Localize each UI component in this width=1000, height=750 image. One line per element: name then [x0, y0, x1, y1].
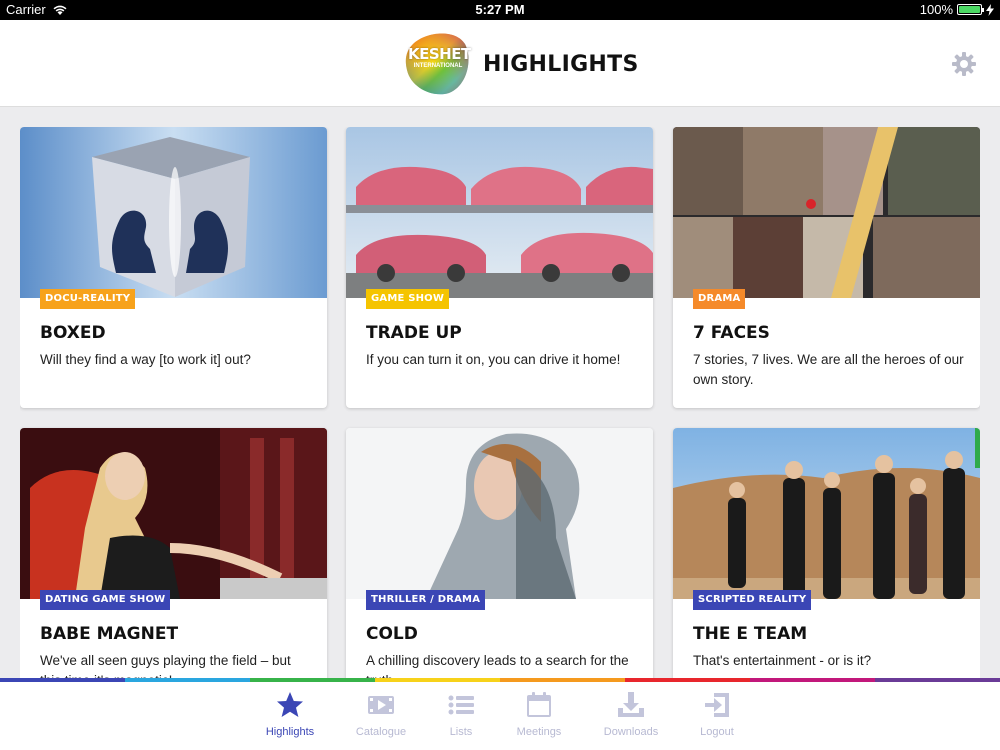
genre-badge: SCRIPTED REALITY [693, 590, 812, 610]
calendar-icon [527, 692, 551, 717]
tab-logout[interactable]: Logout [677, 690, 757, 738]
star-icon [277, 692, 303, 717]
tab-label: Logout [700, 726, 734, 738]
card-thumbnail [673, 428, 980, 599]
page-title: HIGHLIGHTS [483, 52, 639, 77]
card-thumbnail [20, 127, 327, 298]
tab-label: Downloads [603, 726, 659, 738]
highlight-card[interactable]: SCRIPTED REALITY THE E TEAM That's enter… [673, 428, 980, 680]
tab-meetings[interactable]: Meetings [499, 690, 579, 738]
gear-icon[interactable] [951, 51, 977, 77]
card-description: 7 stories, 7 lives. We are all the heroe… [693, 352, 964, 387]
card-description: A chilling discovery leads to a search f… [366, 653, 629, 680]
card-title: BABE MAGNET [40, 624, 179, 644]
card-description: We've all seen guys playing the field – … [40, 653, 291, 680]
tab-label: Highlights [265, 726, 315, 738]
genre-badge: DRAMA [693, 289, 746, 309]
card-description: If you can turn it on, you can drive it … [366, 352, 621, 367]
card-title: BOXED [40, 323, 106, 343]
logout-icon [705, 693, 729, 717]
card-title: TRADE UP [366, 323, 462, 343]
tab-label: Meetings [516, 726, 562, 738]
logo-wordmark: KESHET [408, 45, 471, 63]
card-thumbnail [20, 428, 327, 599]
battery-icon [957, 4, 984, 15]
tab-bar: Highlights Catalogue Lists Meetings Down… [0, 682, 1000, 750]
app-header: KESHET INTERNATIONAL HIGHLIGHTS [0, 20, 1000, 107]
card-thumbnail [346, 127, 653, 298]
download-icon [618, 692, 644, 717]
charging-icon [986, 3, 994, 16]
list-icon [448, 695, 474, 715]
tab-label: Catalogue [355, 726, 407, 738]
card-thumbnail [673, 127, 980, 298]
clock: 5:27 PM [475, 2, 525, 17]
status-bar: Carrier 5:27 PM 100% [0, 0, 1000, 20]
genre-badge: DOCU-REALITY [40, 289, 136, 309]
genre-badge: GAME SHOW [366, 289, 450, 309]
battery-percent: 100% [919, 2, 953, 17]
card-title: THE E TEAM [693, 624, 808, 644]
genre-badge: THRILLER / DRAMA [366, 590, 486, 610]
tab-catalogue[interactable]: Catalogue [341, 690, 421, 738]
genre-badge: DATING GAME SHOW [40, 590, 171, 610]
tab-label: Lists [449, 726, 473, 738]
card-thumbnail [346, 428, 653, 599]
highlights-grid: DOCU-REALITY BOXED Will they find a way … [20, 127, 980, 680]
highlight-card[interactable]: GAME SHOW TRADE UP If you can turn it on… [346, 127, 653, 408]
highlight-card[interactable]: DRAMA 7 FACES 7 stories, 7 lives. We are… [673, 127, 980, 408]
card-title: 7 FACES [693, 323, 770, 343]
tab-downloads[interactable]: Downloads [591, 690, 671, 738]
logo-subtext: INTERNATIONAL [413, 63, 463, 69]
highlight-card[interactable]: DATING GAME SHOW BABE MAGNET We've all s… [20, 428, 327, 680]
highlight-card[interactable]: DOCU-REALITY BOXED Will they find a way … [20, 127, 327, 408]
card-description: Will they find a way [to work it] out? [40, 352, 251, 367]
film-icon [368, 696, 394, 714]
tab-highlights[interactable]: Highlights [250, 690, 330, 738]
card-description: That's entertainment - or is it? [693, 653, 872, 668]
card-title: COLD [366, 624, 418, 644]
highlight-card[interactable]: THRILLER / DRAMA COLD A chilling discove… [346, 428, 653, 680]
tab-lists[interactable]: Lists [421, 690, 501, 738]
